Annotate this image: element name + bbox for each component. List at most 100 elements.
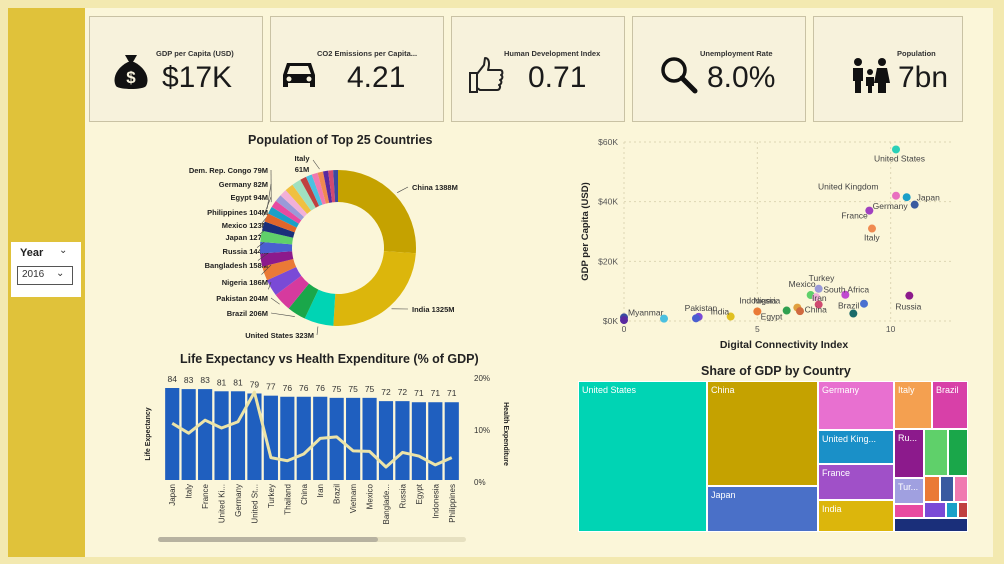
kpi-card-unemployment[interactable]: Unemployment Rate 8.0% <box>632 16 806 122</box>
chevron-down-icon: ⌄ <box>56 268 65 279</box>
kpi-label: Unemployment Rate <box>700 49 773 58</box>
gdp-share-treemap: United States China Japan Germany United Kin… <box>578 381 968 532</box>
treemap-cell[interactable]: France <box>818 464 894 500</box>
treemap-cell-label: India <box>822 504 842 514</box>
treemap-cell-label: Italy <box>898 385 915 395</box>
scatter-point-label: Myanmar <box>628 307 664 317</box>
car-icon <box>280 57 318 98</box>
treemap-cell[interactable]: United King... <box>818 430 894 464</box>
scatter-point <box>692 314 700 323</box>
kpi-value: 7bn <box>898 61 949 94</box>
donut-label: United States 323M <box>245 331 314 340</box>
x-tick-label: 5 <box>755 324 760 334</box>
gdp-connectivity-scatter: $0K $20K $40K $60K 0 5 10 Digital Connectivity … <box>580 137 954 351</box>
treemap-cell[interactable] <box>946 502 958 518</box>
kpi-card-co2[interactable]: CO2 Emissions per Capita... 4.21 <box>270 16 444 122</box>
donut-leader-line <box>316 326 319 336</box>
donut-slice <box>338 170 416 254</box>
bar-data-label: 76 <box>283 383 293 393</box>
category-tick-label: Mexico <box>366 483 375 509</box>
y-tick-label: $20K <box>598 256 618 266</box>
treemap-cell[interactable] <box>940 476 954 502</box>
x-tick-label: 0 <box>622 324 627 334</box>
horizontal-scrollbar[interactable] <box>158 537 466 542</box>
kpi-value: 0.71 <box>528 61 587 94</box>
kpi-card-gdp[interactable]: $ GDP per Capita (USD) $17K <box>89 16 263 122</box>
year-slicer-label: Year <box>20 247 44 259</box>
bar <box>428 402 443 480</box>
scatter-point <box>860 299 868 308</box>
treemap-cell[interactable]: Brazil <box>932 381 968 429</box>
donut-label: Bangladesh 158M <box>205 261 268 270</box>
category-tick-label: Russia <box>398 483 407 508</box>
category-tick-label: Germany <box>234 484 243 517</box>
treemap-cell-label: Japan <box>711 490 736 500</box>
donut-label: Brazil 206M <box>227 309 268 318</box>
scatter-point <box>849 309 858 318</box>
year-dropdown-value: 2016 <box>22 269 45 280</box>
category-tick-label: Turkey <box>267 484 276 508</box>
bar-data-label: 76 <box>299 383 309 393</box>
treemap-cell-label: Germany <box>822 385 860 395</box>
treemap-cell[interactable] <box>958 502 968 518</box>
kpi-label: Human Development Index <box>504 49 601 58</box>
y-axis-title: Life Expectancy <box>145 407 152 460</box>
donut-slice <box>333 251 416 326</box>
bar-data-label: 75 <box>332 384 342 394</box>
kpi-card-population[interactable]: Population 7bn <box>813 16 963 122</box>
scatter-point-label: Russia <box>895 302 921 312</box>
treemap-cell[interactable] <box>924 502 946 518</box>
thumbs-up-icon <box>466 55 506 100</box>
treemap-cell[interactable]: Germany <box>818 381 894 430</box>
treemap-cell[interactable]: Japan <box>707 486 818 532</box>
treemap-cell[interactable] <box>924 429 948 476</box>
bar <box>296 396 311 480</box>
y-tick-label: $40K <box>598 197 618 207</box>
category-tick-label: United St... <box>250 484 259 524</box>
scatter-point <box>796 307 804 316</box>
bar <box>329 397 344 480</box>
donut-label: Germany 82M <box>219 180 268 189</box>
treemap-cell[interactable] <box>894 504 924 518</box>
chevron-down-icon[interactable]: ⌄ <box>59 245 67 256</box>
bar-data-label: 71 <box>447 388 457 398</box>
category-tick-label: France <box>201 483 210 508</box>
kpi-label: CO2 Emissions per Capita... <box>317 49 418 58</box>
treemap-cell[interactable]: India <box>818 500 894 532</box>
scatter-point <box>782 306 791 315</box>
bar <box>214 391 229 480</box>
scatter-point <box>753 307 762 316</box>
treemap-cell[interactable]: United States <box>578 381 707 532</box>
treemap-cell[interactable]: China <box>707 381 818 486</box>
bar-data-label: 81 <box>217 377 227 387</box>
treemap-cell[interactable] <box>954 476 968 502</box>
scatter-point-label: France <box>841 211 868 221</box>
bar-data-label: 77 <box>266 382 276 392</box>
treemap-cell[interactable] <box>894 518 968 532</box>
kpi-value: 8.0% <box>707 61 776 94</box>
treemap-cell[interactable]: Tur... <box>894 478 924 504</box>
y2-tick-label: 0% <box>474 478 486 487</box>
bar <box>165 388 180 480</box>
kpi-card-hdi[interactable]: Human Development Index 0.71 <box>451 16 625 122</box>
year-dropdown[interactable]: 2016 ⌄ <box>17 266 73 285</box>
treemap-cell[interactable] <box>948 429 968 476</box>
population-donut-chart: China 1388M India 1325M United States 323M… <box>189 154 458 340</box>
y-tick-label: $0K <box>603 316 618 326</box>
donut-label: Philippines 104M <box>207 208 268 217</box>
treemap-cell[interactable]: Ru... <box>894 429 924 478</box>
treemap-cell[interactable] <box>924 476 940 502</box>
treemap-cell-label: United King... <box>822 434 877 444</box>
treemap-cell[interactable]: Italy <box>894 381 932 429</box>
scatter-point <box>814 284 823 293</box>
bar-data-label: 71 <box>414 388 424 398</box>
donut-label: Italy <box>294 154 310 163</box>
bar <box>444 402 459 480</box>
bar <box>198 389 213 480</box>
scatter-point-label: Egypt <box>761 312 783 322</box>
scatter-point-label: Italy <box>864 233 880 243</box>
scrollbar-thumb[interactable] <box>158 537 378 542</box>
bar-data-label: 83 <box>184 375 194 385</box>
scatter-point-label: Japan <box>917 193 940 203</box>
donut-chart-title: Population of Top 25 Countries <box>248 133 433 147</box>
